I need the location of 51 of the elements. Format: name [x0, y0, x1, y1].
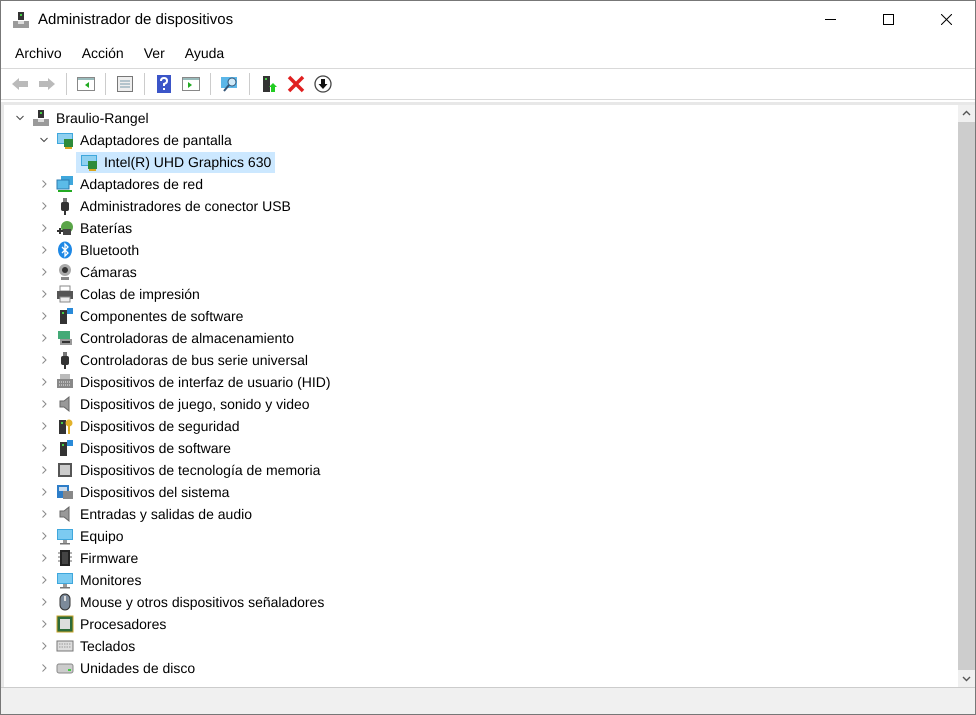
tree-item[interactable]: Dispositivos de tecnología de memoria — [52, 460, 324, 480]
menu-item[interactable]: Archivo — [5, 43, 72, 63]
processor-icon — [56, 615, 74, 633]
chip-icon — [56, 549, 74, 567]
tree-item[interactable]: Dispositivos de juego, sonido y video — [52, 394, 314, 414]
storage-controller-icon — [56, 329, 74, 347]
menu-item[interactable]: Ver — [134, 43, 175, 63]
monitor-icon — [56, 527, 74, 545]
menu-item[interactable]: Ayuda — [174, 43, 234, 63]
tree-item[interactable]: Componentes de software — [52, 306, 248, 326]
key-device-icon — [56, 417, 74, 435]
tree-item[interactable]: Intel(R) UHD Graphics 630 — [76, 152, 276, 172]
tree-item[interactable]: Bluetooth — [52, 240, 144, 260]
tree-item[interactable]: Dispositivos del sistema — [52, 482, 234, 502]
keyboard-device-icon — [56, 373, 74, 391]
battery-icon — [56, 219, 74, 237]
tree-item[interactable]: Firmware — [52, 548, 142, 568]
display-adapter-icon — [56, 131, 74, 149]
maximize-icon — [882, 14, 894, 25]
monitor-icon — [56, 571, 74, 589]
tree-item[interactable]: Adaptadores de pantalla — [52, 130, 236, 150]
system-device-icon — [56, 483, 74, 501]
tree-item[interactable]: Braulio-Rangel — [28, 108, 153, 128]
network-icon — [56, 175, 74, 193]
computer-icon — [32, 109, 50, 127]
window-title: Administrador de dispositivos — [38, 11, 234, 28]
tree-item[interactable]: Administradores de conector USB — [52, 196, 295, 216]
tree-item[interactable]: Dispositivos de software — [52, 438, 235, 458]
close-icon — [940, 14, 952, 25]
memory-card-icon — [56, 461, 74, 479]
tree-item[interactable]: Adaptadores de red — [52, 174, 207, 194]
tree-item[interactable]: Controladoras de almacenamiento — [52, 328, 298, 348]
computer-icon — [12, 10, 30, 28]
bluetooth-icon — [56, 241, 74, 259]
printer-icon — [56, 285, 74, 303]
webcam-icon — [56, 263, 74, 281]
tree-item[interactable]: Teclados — [52, 636, 140, 656]
tree-item[interactable]: Cámaras — [52, 262, 141, 282]
tree-item[interactable]: Entradas y salidas de audio — [52, 504, 256, 524]
tree-item[interactable]: Baterías — [52, 218, 136, 238]
tree-item[interactable]: Equipo — [52, 526, 128, 546]
menu-item[interactable]: Acción — [72, 43, 134, 63]
display-adapter-icon — [80, 153, 98, 171]
tree-item[interactable]: Dispositivos de seguridad — [52, 416, 244, 436]
tree-item[interactable]: Unidades de disco — [52, 658, 200, 678]
tree-item[interactable]: Procesadores — [52, 614, 170, 634]
tree-item[interactable]: Monitores — [52, 570, 146, 590]
tree-item[interactable]: Dispositivos de interfaz de usuario (HID) — [52, 372, 335, 392]
tree-item[interactable]: Controladoras de bus serie universal — [52, 350, 312, 370]
tree-item[interactable]: Colas de impresión — [52, 284, 204, 304]
tree-item[interactable]: Mouse y otros dispositivos señaladores — [52, 592, 328, 612]
